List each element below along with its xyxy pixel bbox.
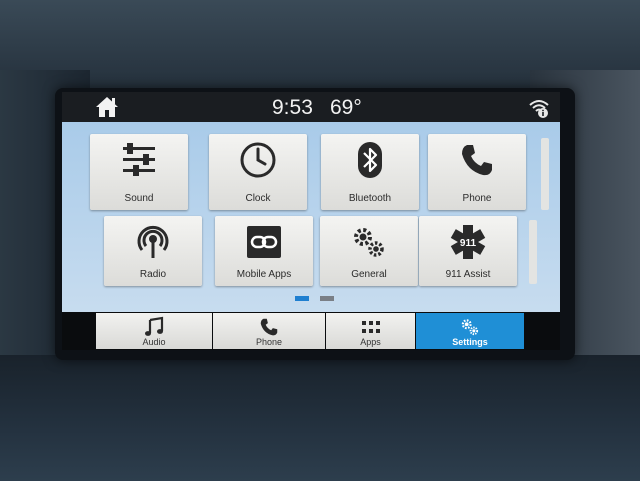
pager-dot-active[interactable] xyxy=(295,296,309,301)
dashboard-bottom xyxy=(0,355,640,481)
apps-grid-icon xyxy=(361,321,380,333)
wifi-icon[interactable] xyxy=(528,97,550,119)
911-badge: 911 xyxy=(460,238,477,249)
bluetooth-tile[interactable]: Bluetooth xyxy=(321,134,419,210)
bottom-tab-bar: Audio Phone Apps Settings xyxy=(62,312,560,350)
tab-apps[interactable]: Apps xyxy=(326,313,415,349)
infotainment-screen: 9:53 69° Sound Clock Bluetooth Phone Rad… xyxy=(62,92,560,350)
tab-phone[interactable]: Phone xyxy=(213,313,325,349)
tile-label: 911 Assist xyxy=(445,269,491,280)
tile-label: Radio xyxy=(139,269,167,280)
tile-label: Phone xyxy=(462,193,492,204)
tile-label: Clock xyxy=(245,193,271,204)
phone-icon xyxy=(462,145,492,176)
sound-tile[interactable]: Sound xyxy=(90,134,188,210)
status-bar: 9:53 69° xyxy=(62,92,560,122)
music-note-icon xyxy=(145,316,164,336)
clock-time: 9:53 xyxy=(272,96,313,119)
911-assist-icon: 911 xyxy=(450,225,486,259)
tab-label: Settings xyxy=(452,337,488,347)
tile-label: Sound xyxy=(124,193,154,204)
outside-temperature: 69° xyxy=(330,96,362,119)
radio-icon xyxy=(137,225,169,258)
911-assist-tile[interactable]: 911 911 Assist xyxy=(419,216,517,286)
phone-tile[interactable]: Phone xyxy=(428,134,526,210)
tile-label: General xyxy=(351,269,387,280)
tile-label: Mobile Apps xyxy=(236,269,292,280)
phone-icon xyxy=(260,318,278,336)
tab-label: Phone xyxy=(255,337,283,347)
home-icon[interactable] xyxy=(94,95,120,119)
gears-icon xyxy=(354,228,384,257)
tile-label: Bluetooth xyxy=(348,193,392,204)
mobile-apps-tile[interactable]: Mobile Apps xyxy=(215,216,313,286)
sliders-icon xyxy=(123,143,155,176)
next-page-peek xyxy=(529,220,537,284)
mobile-apps-icon xyxy=(247,226,281,258)
settings-tile-area: Sound Clock Bluetooth Phone Radio Mobile… xyxy=(62,122,560,312)
general-tile[interactable]: General xyxy=(320,216,418,286)
tab-settings[interactable]: Settings xyxy=(416,313,524,349)
tab-label: Audio xyxy=(142,337,166,347)
gears-icon xyxy=(461,319,479,336)
next-page-peek xyxy=(541,138,549,210)
bluetooth-icon xyxy=(358,142,382,178)
radio-tile[interactable]: Radio xyxy=(104,216,202,286)
pager-dot[interactable] xyxy=(320,296,334,301)
tab-label: Apps xyxy=(360,337,381,347)
tab-audio[interactable]: Audio xyxy=(96,313,212,349)
clock-icon xyxy=(240,142,276,178)
clock-tile[interactable]: Clock xyxy=(209,134,307,210)
